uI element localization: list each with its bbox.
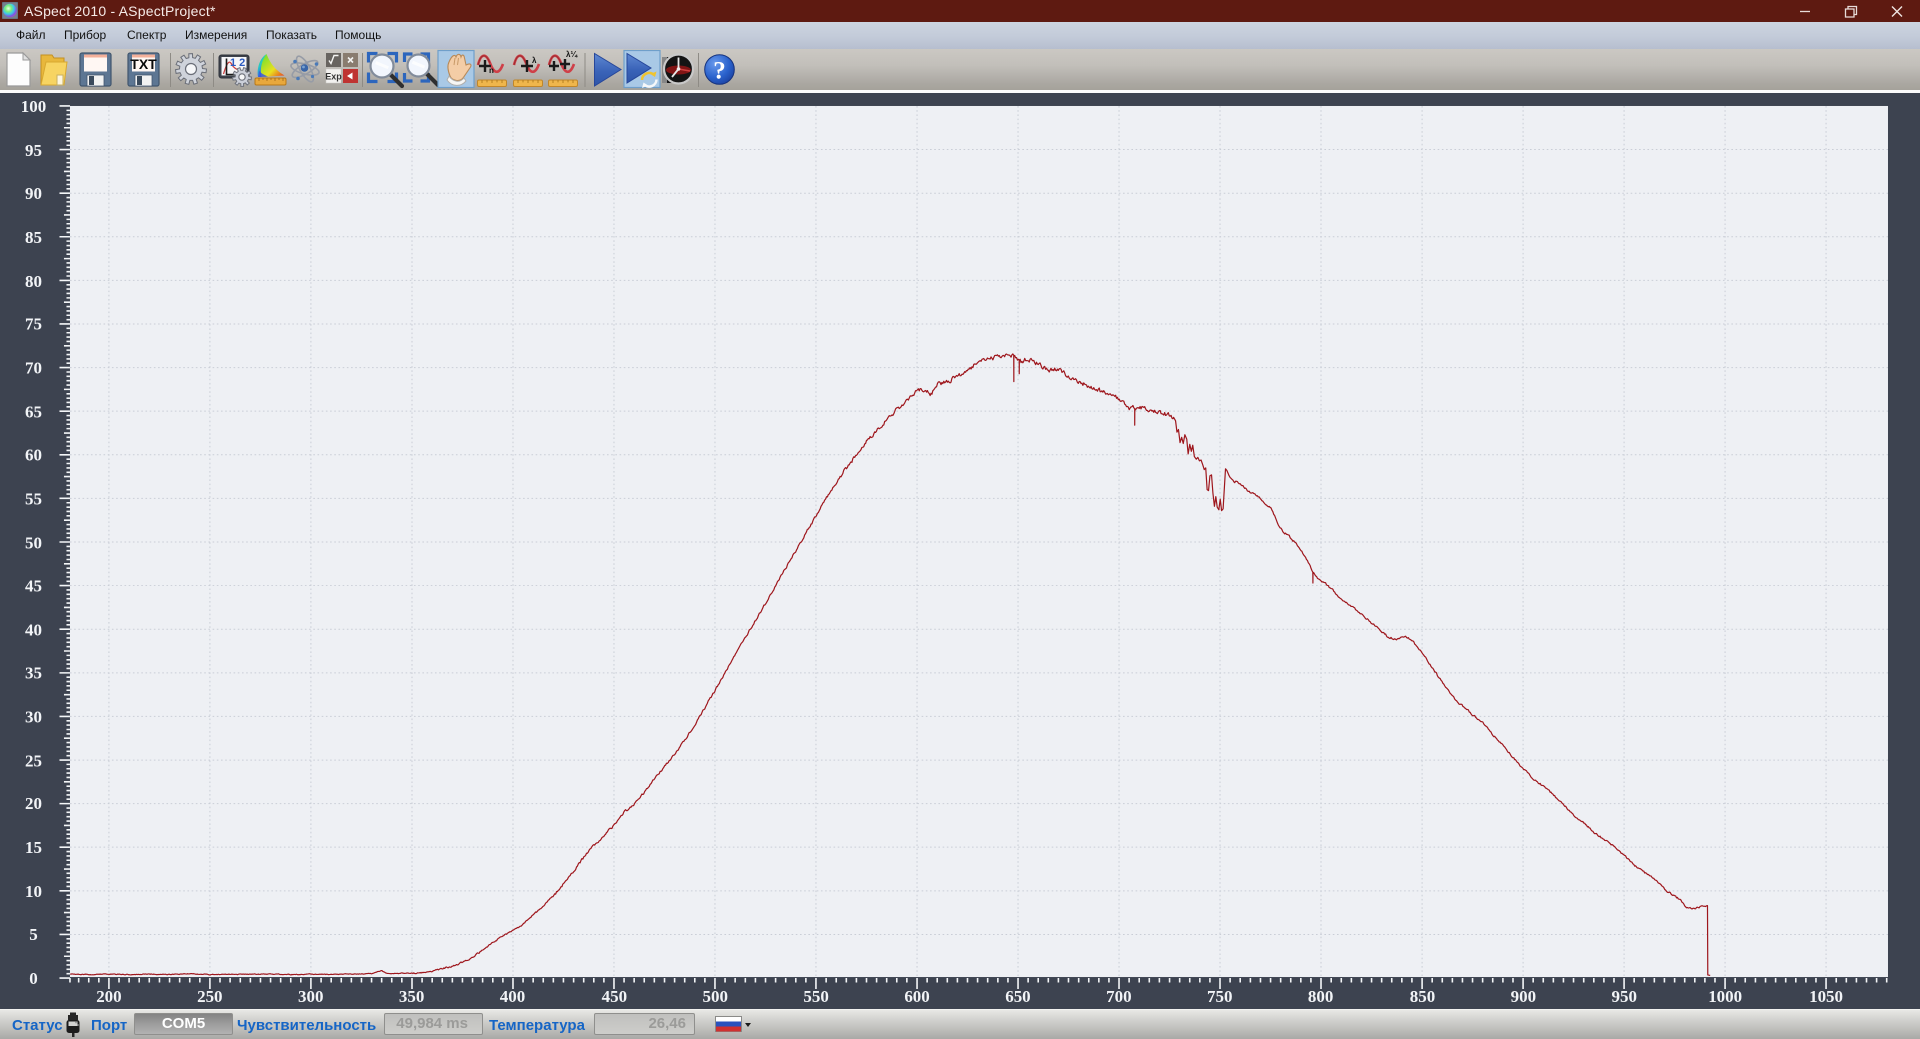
- svg-text:1 2: 1 2: [230, 57, 245, 69]
- svg-text:0: 0: [29, 969, 37, 988]
- svg-text:500: 500: [703, 987, 728, 1006]
- svg-text:950: 950: [1612, 987, 1637, 1006]
- svg-text:800: 800: [1308, 987, 1333, 1006]
- svg-text:100: 100: [21, 97, 46, 116]
- svg-text:200: 200: [96, 987, 121, 1006]
- svg-text:15: 15: [25, 838, 42, 857]
- svg-text:n: n: [489, 66, 494, 75]
- svg-text:75: 75: [25, 315, 42, 334]
- svg-text:20: 20: [25, 794, 42, 813]
- svg-text:85: 85: [25, 228, 42, 247]
- svg-text:750: 750: [1207, 987, 1232, 1006]
- svg-text:600: 600: [904, 987, 929, 1006]
- svg-text:550: 550: [803, 987, 828, 1006]
- svg-text:65: 65: [25, 403, 42, 422]
- svg-text:25: 25: [25, 751, 42, 770]
- svg-text:70: 70: [25, 359, 42, 378]
- svg-text:?: ?: [713, 58, 726, 85]
- svg-text:60: 60: [25, 446, 42, 465]
- svg-text:1050: 1050: [1809, 987, 1843, 1006]
- svg-text:TXT: TXT: [130, 56, 157, 72]
- svg-text:λ: λ: [532, 56, 537, 65]
- svg-text:40: 40: [25, 620, 42, 639]
- svg-text:10: 10: [25, 882, 42, 901]
- svg-text:250: 250: [197, 987, 222, 1006]
- svg-text:λ¼: λ¼: [566, 50, 578, 59]
- svg-text:50: 50: [25, 534, 42, 553]
- svg-text:1000: 1000: [1708, 987, 1742, 1006]
- svg-text:850: 850: [1410, 987, 1435, 1006]
- svg-text:5: 5: [29, 925, 37, 944]
- svg-text:400: 400: [500, 987, 525, 1006]
- svg-text:350: 350: [399, 987, 424, 1006]
- svg-text:45: 45: [25, 576, 42, 595]
- svg-text:Exp: Exp: [325, 72, 342, 82]
- svg-text:90: 90: [25, 184, 42, 203]
- svg-text:80: 80: [25, 272, 42, 291]
- svg-text:450: 450: [602, 987, 627, 1006]
- svg-text:300: 300: [298, 987, 323, 1006]
- svg-text:30: 30: [25, 707, 42, 726]
- svg-text:650: 650: [1005, 987, 1030, 1006]
- svg-text:700: 700: [1106, 987, 1131, 1006]
- svg-text:35: 35: [25, 663, 42, 682]
- svg-text:55: 55: [25, 490, 42, 509]
- svg-text:900: 900: [1511, 987, 1536, 1006]
- svg-text:95: 95: [25, 141, 42, 160]
